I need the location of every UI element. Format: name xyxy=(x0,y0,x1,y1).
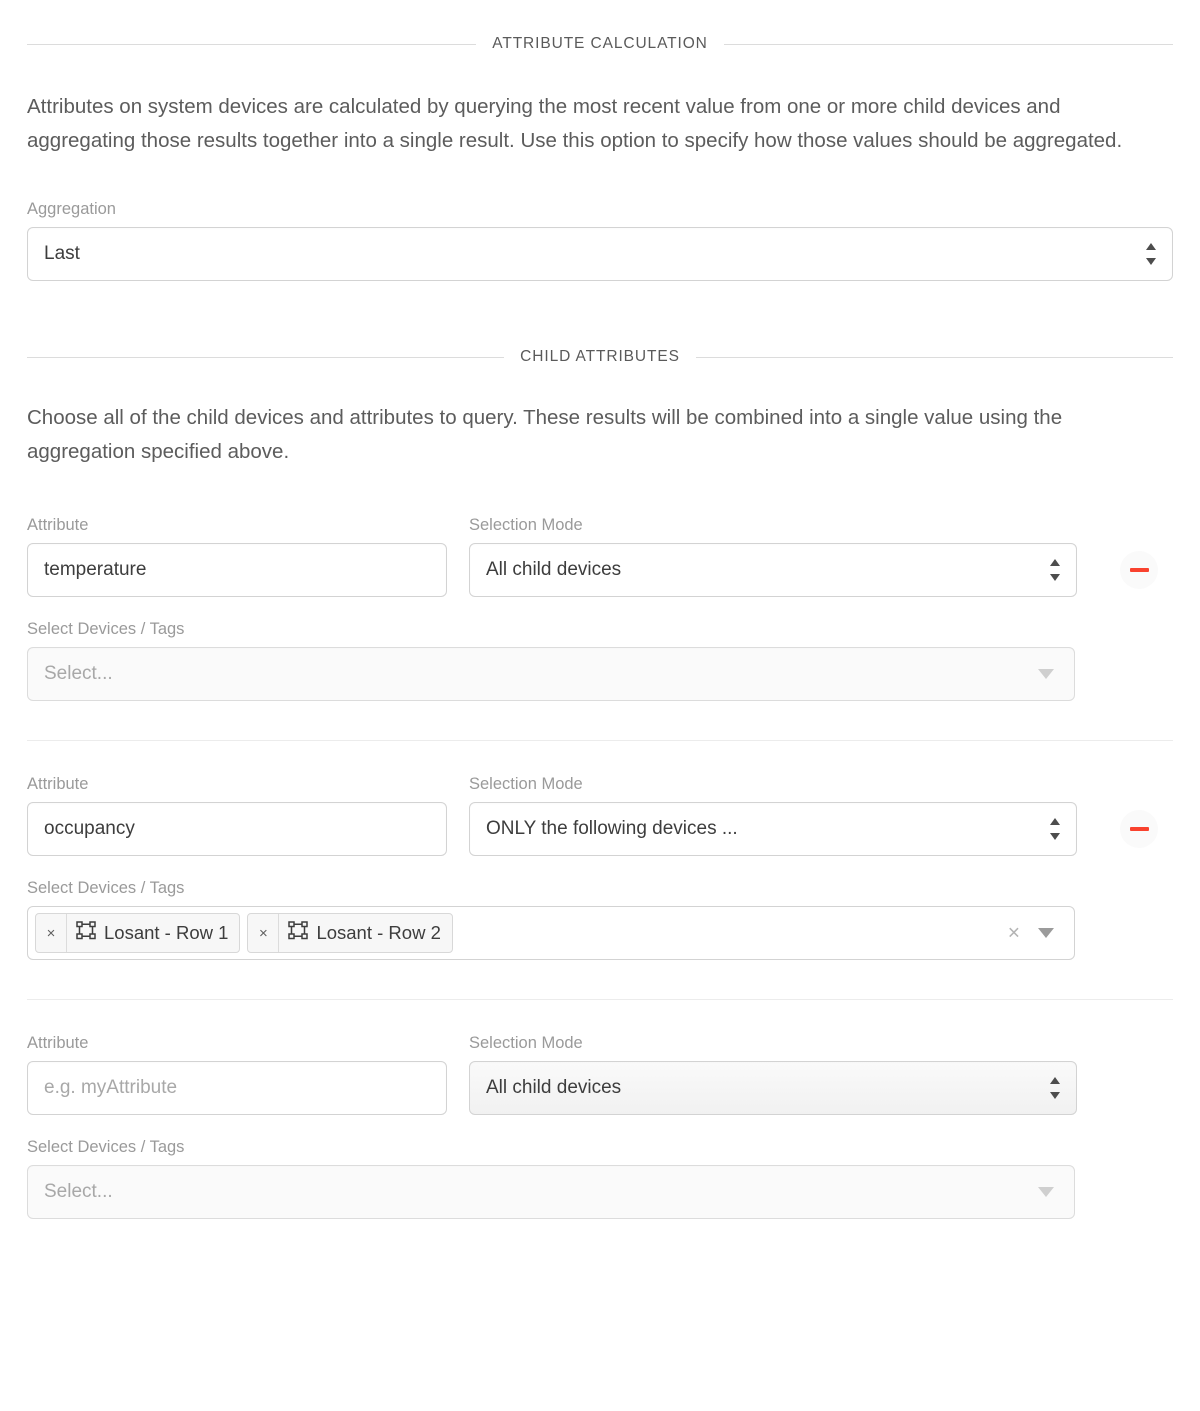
chip-body: Losant - Row 1 xyxy=(67,921,239,945)
attribute-input[interactable]: occupancy xyxy=(27,802,447,856)
devices-tags-placeholder: Select... xyxy=(44,663,113,684)
child-attribute-row: Attribute e.g. myAttribute Selection Mod… xyxy=(27,1033,1173,1219)
selection-mode-field-group: Selection Mode All child devices xyxy=(469,1033,1077,1115)
devices-tags-select[interactable]: Select... xyxy=(27,647,1075,701)
section-header-child-attributes: CHILD ATTRIBUTES xyxy=(27,346,1174,368)
devices-tags-field-group: Select Devices / Tags Select... xyxy=(27,1137,1075,1219)
attribute-label: Attribute xyxy=(27,775,89,793)
selection-mode-select[interactable]: ONLY the following devices ... xyxy=(469,802,1077,856)
device-chip[interactable]: × xyxy=(35,913,241,953)
attribute-input-value: occupancy xyxy=(44,818,135,839)
minus-icon xyxy=(1129,827,1149,831)
chip-label: Losant - Row 1 xyxy=(104,922,229,943)
remove-button-cell xyxy=(1077,802,1200,856)
chip-remove-icon[interactable]: × xyxy=(248,914,280,952)
chevron-updown-icon xyxy=(1049,559,1060,581)
attribute-label: Attribute xyxy=(27,516,89,534)
divider-left xyxy=(27,356,505,358)
aggregation-select[interactable]: Last xyxy=(27,227,1173,281)
remove-attribute-button[interactable] xyxy=(1120,810,1158,848)
chevron-down-icon xyxy=(1038,669,1054,679)
divider-right xyxy=(723,43,1174,45)
attribute-input-placeholder: e.g. myAttribute xyxy=(44,1077,178,1098)
devices-tags-field-group: Select Devices / Tags × Losant - Row 1 ×… xyxy=(27,878,1075,960)
selection-mode-value: ONLY the following devices ... xyxy=(486,818,738,839)
section-header-attribute-calculation: ATTRIBUTE CALCULATION xyxy=(27,33,1174,55)
attribute-field-group: Attribute temperature xyxy=(27,515,447,597)
attribute-field-group: Attribute occupancy xyxy=(27,774,447,856)
chevron-down-icon[interactable] xyxy=(1038,928,1054,938)
child-attributes-description: Choose all of the child devices and attr… xyxy=(27,406,1063,463)
attribute-calculation-page: ATTRIBUTE CALCULATION Attributes on syst… xyxy=(0,0,1200,1411)
divider-right xyxy=(695,356,1174,358)
devices-tags-select[interactable]: Select... xyxy=(27,1165,1075,1219)
devices-tags-placeholder: Select... xyxy=(44,1181,113,1202)
attribute-field-group: Attribute e.g. myAttribute xyxy=(27,1033,447,1115)
devices-tags-field-group: Select Devices / Tags Select... xyxy=(27,619,1075,701)
devices-tags-multiselect[interactable]: × Losant - Row 1 × Losant - Row 2 × xyxy=(27,906,1075,960)
selection-mode-label: Selection Mode xyxy=(469,775,583,793)
remove-button-cell xyxy=(1077,1061,1200,1115)
devices-tags-label: Select Devices / Tags xyxy=(27,879,185,897)
attribute-input-value: temperature xyxy=(44,559,147,580)
child-attribute-row: Attribute temperature Selection Mode All… xyxy=(27,515,1173,701)
devices-tags-label: Select Devices / Tags xyxy=(27,1138,185,1156)
chevron-updown-icon xyxy=(1145,243,1156,265)
selection-mode-select[interactable]: All child devices xyxy=(469,543,1077,597)
selection-mode-label: Selection Mode xyxy=(469,1034,583,1052)
divider-left xyxy=(27,43,477,45)
aggregation-select-value: Last xyxy=(44,243,80,264)
selection-mode-field-group: Selection Mode All child devices xyxy=(469,515,1077,597)
clear-all-icon[interactable]: × xyxy=(1008,923,1020,944)
chip-label: Losant - Row 2 xyxy=(316,922,441,943)
attribute-input[interactable]: e.g. myAttribute xyxy=(27,1061,447,1115)
remove-attribute-button[interactable] xyxy=(1120,551,1158,589)
system-device-icon xyxy=(76,921,97,945)
section-title-attribute-calculation: ATTRIBUTE CALCULATION xyxy=(492,35,708,52)
attribute-label: Attribute xyxy=(27,1034,89,1052)
child-attribute-row: Attribute occupancy Selection Mode ONLY … xyxy=(27,774,1173,960)
system-device-icon xyxy=(288,921,309,945)
selection-mode-value: All child devices xyxy=(486,1077,622,1098)
selection-mode-value: All child devices xyxy=(486,559,622,580)
selection-mode-label: Selection Mode xyxy=(469,516,583,534)
attribute-calculation-description: Attributes on system devices are calcula… xyxy=(27,95,1123,152)
aggregation-field-group: Aggregation Last xyxy=(27,199,1173,281)
section-title-child-attributes: CHILD ATTRIBUTES xyxy=(520,348,680,365)
chip-body: Losant - Row 2 xyxy=(279,921,451,945)
devices-tags-label: Select Devices / Tags xyxy=(27,620,185,638)
chip-remove-icon[interactable]: × xyxy=(36,914,67,952)
chevron-updown-icon xyxy=(1049,818,1060,840)
selection-mode-select[interactable]: All child devices xyxy=(469,1061,1077,1115)
device-chip[interactable]: × xyxy=(247,913,453,953)
minus-icon xyxy=(1129,568,1149,572)
chevron-updown-icon xyxy=(1049,1077,1060,1099)
aggregation-label: Aggregation xyxy=(27,200,116,218)
attribute-input[interactable]: temperature xyxy=(27,543,447,597)
chevron-down-icon xyxy=(1038,1187,1054,1197)
remove-button-cell xyxy=(1077,543,1200,597)
selection-mode-field-group: Selection Mode ONLY the following device… xyxy=(469,774,1077,856)
